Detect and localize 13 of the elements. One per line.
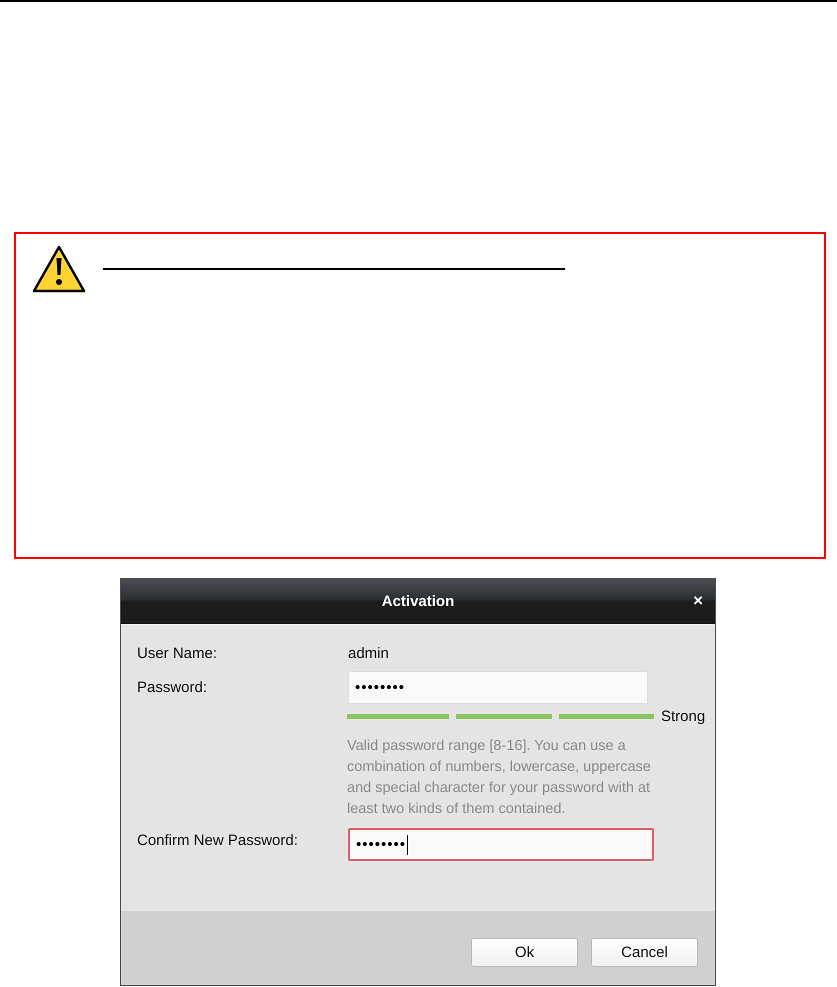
strength-label: Strong (661, 708, 706, 724)
dialog-button[interactable]: Ok (471, 938, 578, 966)
field-label: Confirm New Password: (137, 832, 299, 849)
field-value: admin (348, 644, 389, 662)
dialog-title: Activation (382, 593, 454, 610)
password-field[interactable]: •••••••• (348, 670, 648, 704)
field-label: User Name: (137, 644, 218, 662)
dialog-button[interactable]: Cancel (591, 938, 698, 966)
warning-icon (32, 245, 86, 293)
password-field[interactable]: •••••••• (348, 828, 654, 861)
field-label: Password: (137, 678, 208, 696)
close-button[interactable]: × (691, 591, 705, 611)
hint-text: Valid password range [8-16]. You can use a combination of numbers, lowercase, uppercase and special character for your password with at least two kinds of them contained. (347, 737, 652, 819)
